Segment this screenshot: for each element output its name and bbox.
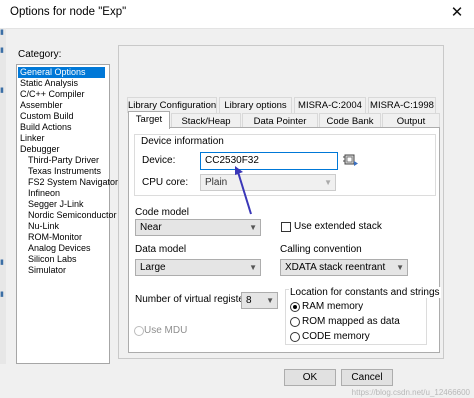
device-label: Device: <box>142 155 176 166</box>
category-item-custom-build[interactable]: Custom Build <box>20 111 74 122</box>
watermark: https://blog.csdn.net/u_12466600 <box>351 388 470 397</box>
category-item-texas-instruments[interactable]: Texas Instruments <box>28 166 101 177</box>
virtual-registers-label: Number of virtual registers: <box>135 294 256 305</box>
data-model-value: Large <box>140 262 166 273</box>
virtual-registers-select[interactable]: 8 ▼ <box>241 292 278 309</box>
category-item-simulator[interactable]: Simulator <box>28 265 66 276</box>
annotation-arrow-icon <box>235 166 252 215</box>
category-item-general-options[interactable]: General Options <box>18 67 105 78</box>
rom-mapped-label: ROM mapped as data <box>302 316 400 327</box>
virtual-registers-value: 8 <box>246 295 252 306</box>
category-item-fs2-system-navigator[interactable]: FS2 System Navigator <box>28 177 118 188</box>
category-list[interactable]: General Options Static Analysis C/C++ Co… <box>16 64 118 364</box>
device-information-label: Device information <box>141 136 224 147</box>
ram-memory-label: RAM memory <box>302 301 364 312</box>
tab-library-options[interactable]: Library options <box>219 97 292 113</box>
close-button[interactable]: ✕ <box>440 0 474 28</box>
cpu-core-label: CPU core: <box>142 177 189 188</box>
chevron-down-icon: ▼ <box>324 178 332 187</box>
category-item-analog-devices[interactable]: Analog Devices <box>28 243 91 254</box>
rom-mapped-radio[interactable] <box>290 317 300 327</box>
button-bar: OK Cancel https://blog.csdn.net/u_124666… <box>0 364 474 398</box>
tab-misra-c-1998[interactable]: MISRA-C:1998 <box>368 97 436 113</box>
category-item-nu-link[interactable]: Nu-Link <box>28 221 59 232</box>
category-item-infineon[interactable]: Infineon <box>28 188 60 199</box>
select-device-icon <box>343 154 358 166</box>
use-mdu-label: Use MDU <box>144 325 188 336</box>
code-memory-label: CODE memory <box>302 331 370 342</box>
tab-target[interactable]: Target <box>128 111 170 129</box>
edge-mark: ▮ <box>0 259 4 266</box>
edge-mark: ▮ <box>0 291 4 298</box>
data-model-select[interactable]: Large ▼ <box>135 259 261 276</box>
browse-device-button[interactable] <box>343 152 359 168</box>
use-mdu-radio <box>134 326 144 336</box>
category-item-segger-jlink[interactable]: Segger J-Link <box>28 199 84 210</box>
category-item-linker[interactable]: Linker <box>20 133 45 144</box>
edge-mark: ▮ <box>0 29 4 36</box>
category-item-static-analysis[interactable]: Static Analysis <box>20 78 78 89</box>
chevron-down-icon: ▼ <box>249 263 257 272</box>
chevron-down-icon: ▼ <box>396 263 404 272</box>
ram-memory-radio[interactable] <box>290 302 300 312</box>
code-model-value: Near <box>140 222 162 233</box>
edge-mark: ▮ <box>0 87 4 94</box>
category-label: Category: <box>18 49 62 60</box>
chevron-down-icon: ▼ <box>249 223 257 232</box>
use-extended-stack-label: Use extended stack <box>294 221 382 232</box>
chevron-down-icon: ▼ <box>266 296 274 305</box>
category-item-c-cpp-compiler[interactable]: C/C++ Compiler <box>20 89 85 100</box>
category-item-third-party-driver[interactable]: Third-Party Driver <box>28 155 99 166</box>
window-title: Options for node "Exp" <box>10 6 127 18</box>
title-bar: Options for node "Exp" ✕ <box>0 0 474 29</box>
cpu-core-value: Plain <box>205 177 228 188</box>
category-item-rom-monitor[interactable]: ROM-Monitor <box>28 232 82 243</box>
category-item-nordic-semiconductor[interactable]: Nordic Semiconductor <box>28 210 117 221</box>
cancel-button[interactable]: Cancel <box>341 369 393 386</box>
category-item-silicon-labs[interactable]: Silicon Labs <box>28 254 77 265</box>
location-group-label: Location for constants and strings <box>289 287 441 298</box>
calling-convention-label: Calling convention <box>280 244 362 255</box>
category-item-assembler[interactable]: Assembler <box>20 100 63 111</box>
category-item-build-actions[interactable]: Build Actions <box>20 122 72 133</box>
code-model-select[interactable]: Near ▼ <box>135 219 261 236</box>
calling-convention-select[interactable]: XDATA stack reentrant ▼ <box>280 259 408 276</box>
calling-convention-value: XDATA stack reentrant <box>285 262 386 273</box>
code-model-label: Code model <box>135 207 189 218</box>
ok-button[interactable]: OK <box>284 369 336 386</box>
close-icon: ✕ <box>450 4 464 21</box>
use-extended-stack-checkbox[interactable] <box>281 222 291 232</box>
device-field[interactable]: CC2530F32 <box>200 152 338 170</box>
data-model-label: Data model <box>135 244 187 255</box>
cpu-core-select: Plain ▼ <box>200 174 336 191</box>
code-memory-radio[interactable] <box>290 332 300 342</box>
category-item-debugger[interactable]: Debugger <box>20 144 60 155</box>
edge-mark: ▮ <box>0 47 4 54</box>
tab-misra-c-2004[interactable]: MISRA-C:2004 <box>294 97 366 113</box>
background-window-edge: ▮ ▮ ▮ ▮ ▮ <box>0 28 6 368</box>
